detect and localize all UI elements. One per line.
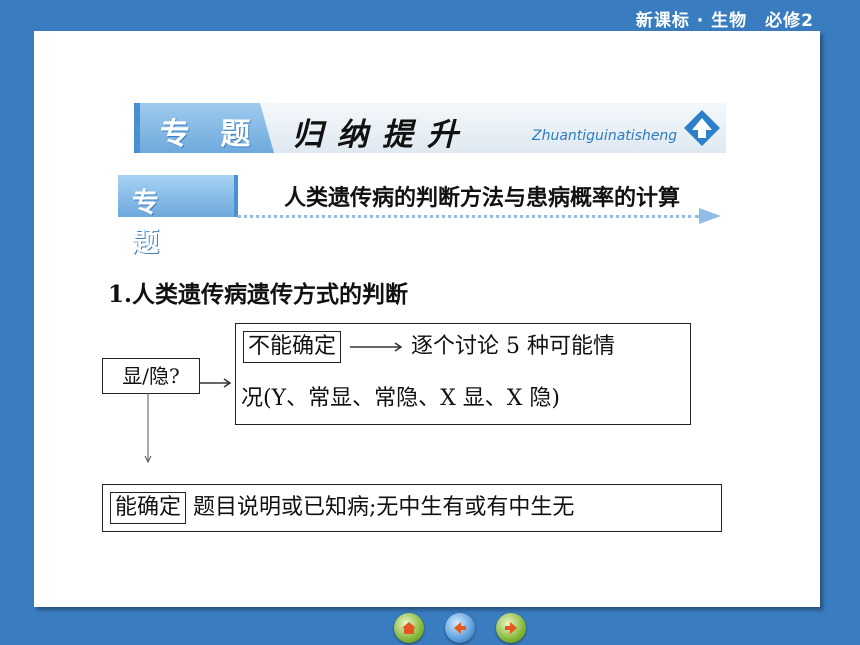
home-icon xyxy=(402,622,416,634)
topic-title: 人类遗传病的判断方法与患病概率的计算 xyxy=(284,186,681,211)
banner-tag-text: 专 题 xyxy=(160,117,261,152)
summary-banner: 专 题 归纳提升 Zhuantiguinatisheng xyxy=(134,103,732,153)
topic-tag: 专 题 xyxy=(118,175,238,258)
back-button[interactable] xyxy=(445,613,475,643)
certain-line: 能确定 题目说明或已知病;无中生有或有中生无 xyxy=(110,492,574,524)
diamond-arrow-icon xyxy=(684,110,720,146)
uncertain-branch-box: 不能确定 逐个讨论 5 种可能情 况(Y、常显、常隐、X 显、X 隐) xyxy=(235,323,691,425)
dominance-question-box: 显/隐? xyxy=(102,358,200,394)
uncertain-text-1: 逐个讨论 5 种可能情 xyxy=(411,334,615,359)
header-course-tag: 新课标 · 生物 必修2 xyxy=(635,11,814,31)
long-arrow-icon xyxy=(350,342,403,352)
down-arrow-icon xyxy=(144,393,152,464)
next-icon xyxy=(505,622,517,634)
home-button[interactable] xyxy=(394,613,424,643)
uncertain-label: 不能确定 xyxy=(243,331,342,363)
slide-canvas: 专 题 归纳提升 Zhuantiguinatisheng 专 题 人类遗传病的判… xyxy=(34,31,820,607)
uncertain-line-1: 不能确定 逐个讨论 5 种可能情 xyxy=(243,331,615,363)
next-button[interactable] xyxy=(496,613,526,643)
certain-text: 题目说明或已知病;无中生有或有中生无 xyxy=(193,495,575,520)
topic-tag-text: 专 题 xyxy=(132,188,175,258)
back-icon xyxy=(454,622,466,634)
banner-pinyin: Zhuantiguinatisheng xyxy=(532,128,678,144)
banner-tag: 专 题 xyxy=(140,103,274,153)
certain-branch-box: 能确定 题目说明或已知病;无中生有或有中生无 xyxy=(102,484,722,532)
certain-label: 能确定 xyxy=(110,492,187,524)
uncertain-text-2: 况(Y、常显、常隐、X 显、X 隐) xyxy=(241,386,561,411)
topic-dotted-line xyxy=(237,215,699,218)
banner-title: 归纳提升 xyxy=(292,117,472,153)
section-heading: 1.人类遗传病遗传方式的判断 xyxy=(108,281,409,308)
right-arrow-icon xyxy=(199,378,232,388)
